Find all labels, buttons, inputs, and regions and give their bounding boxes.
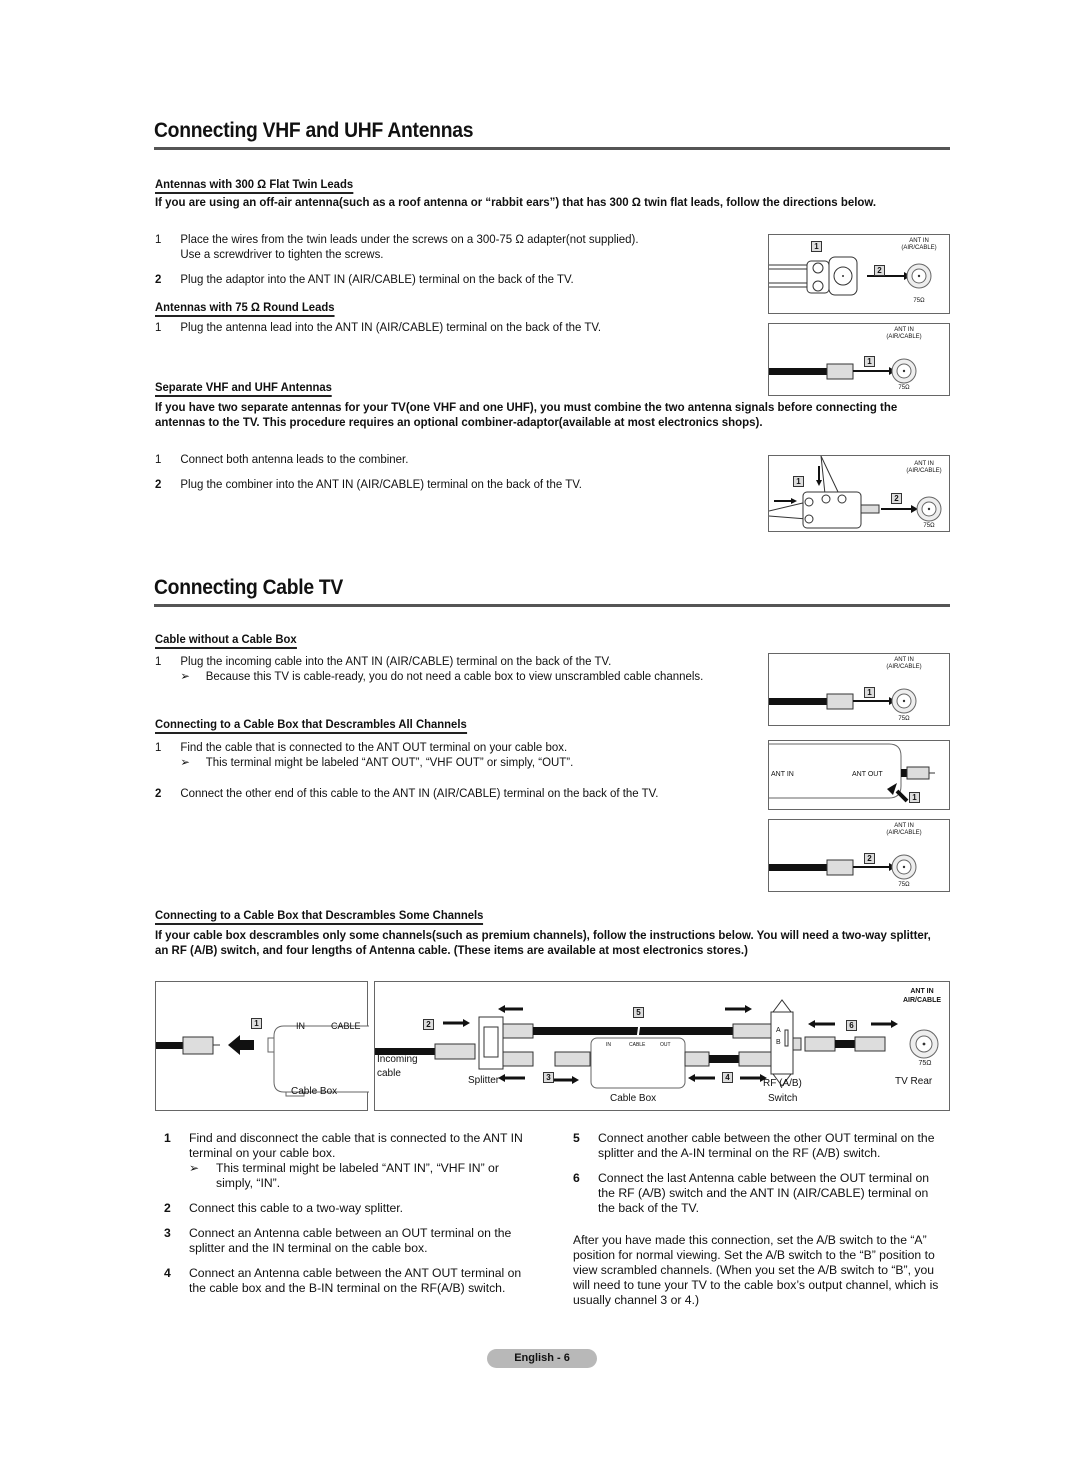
subheading-all-channels: Connecting to a Cable Box that Descrambl… xyxy=(155,715,487,734)
subheading-round-leads: Antennas with 75 Ω Round Leads xyxy=(155,298,346,317)
diagram-cable-box-ant-out: ANT IN ANT OUT 1 xyxy=(768,740,950,810)
note: ➢ Because this TV is cable-ready, you do… xyxy=(180,669,704,683)
diagram-round-lead: 1 ANT IN (AIR/CABLE) 75Ω xyxy=(768,323,950,396)
no-box-step-1: 1 Plug the incoming cable into the ANT I… xyxy=(155,654,755,684)
subheading-flat-twin: Antennas with 300 Ω Flat Twin Leads xyxy=(155,175,366,194)
some-channels-intro: If your cable box descrambles only some … xyxy=(155,928,931,957)
note: ➢ This terminal might be labeled “ANT OU… xyxy=(180,755,574,769)
closing-paragraph: After you have made this connection, set… xyxy=(573,1233,939,1307)
diagram-splitter-setup: 2 3 4 5 6 Incoming cable Splitter IN CAB… xyxy=(374,981,950,1111)
note: ➢ This terminal might be labeled “ANT IN… xyxy=(189,1161,499,1190)
diagram-combiner: 1 2 ANT IN (AIR/CABLE) 75Ω xyxy=(768,455,950,532)
subheading-separate: Separate VHF and UHF Antennas xyxy=(155,378,343,397)
diagram-cable-box-in: 1 IN CABLE Cable Box xyxy=(155,981,369,1111)
some-step-5: 5 Connect another cable between the othe… xyxy=(573,1131,935,1160)
some-step-2: 2 Connect this cable to a two-way splitt… xyxy=(164,1201,404,1215)
some-step-6: 6 Connect the last Antenna cable between… xyxy=(573,1171,930,1215)
separate-intro: If you have two separate antennas for yo… xyxy=(155,400,898,429)
all-channels-step-1: 1 Find the cable that is connected to th… xyxy=(155,740,755,770)
diagram-cable-no-box: 1 ANT IN (AIR/CABLE) 75Ω xyxy=(768,653,950,726)
section-title-cable-tv: Connecting Cable TV xyxy=(154,576,344,599)
some-step-1: 1 Find and disconnect the cable that is … xyxy=(164,1131,523,1160)
flat-twin-step-1: 1 Place the wires from the twin leads un… xyxy=(155,232,639,261)
subheading-no-cable-box: Cable without a Cable Box xyxy=(155,630,306,649)
note-arrow-icon: ➢ xyxy=(180,755,190,769)
diagram-cable-to-tv: 2 ANT IN (AIR/CABLE) 75Ω xyxy=(768,819,950,892)
diagram-twin-lead-adapter: 1 2 ANT IN (AIR/CABLE) 75Ω xyxy=(768,234,950,314)
note-arrow-icon: ➢ xyxy=(180,669,190,683)
separate-step-2: 2 Plug the combiner into the ANT IN (AIR… xyxy=(155,477,582,491)
note-arrow-icon: ➢ xyxy=(189,1161,200,1175)
some-channels-right-steps: 5 Connect another cable between the othe… xyxy=(573,1131,948,1308)
all-channels-step-2: 2 Connect the other end of this cable to… xyxy=(155,786,659,800)
some-channels-left-steps: 1 Find and disconnect the cable that is … xyxy=(164,1131,539,1296)
section-title-vhf-uhf: Connecting VHF and UHF Antennas xyxy=(154,119,474,142)
flat-twin-step-2: 2 Plug the adaptor into the ANT IN (AIR/… xyxy=(155,272,574,286)
page-number-badge: English - 6 xyxy=(487,1349,597,1368)
round-leads-step-1: 1 Plug the antenna lead into the ANT IN … xyxy=(155,320,602,334)
separate-step-1: 1 Connect both antenna leads to the comb… xyxy=(155,452,409,466)
title-rule xyxy=(154,604,950,607)
some-step-3: 3 Connect an Antenna cable between an OU… xyxy=(164,1226,512,1255)
subheading-some-channels: Connecting to a Cable Box that Descrambl… xyxy=(155,906,504,925)
title-rule xyxy=(154,147,950,150)
flat-twin-intro: If you are using an off-air antenna(such… xyxy=(155,195,877,209)
some-step-4: 4 Connect an Antenna cable between the A… xyxy=(164,1266,522,1295)
